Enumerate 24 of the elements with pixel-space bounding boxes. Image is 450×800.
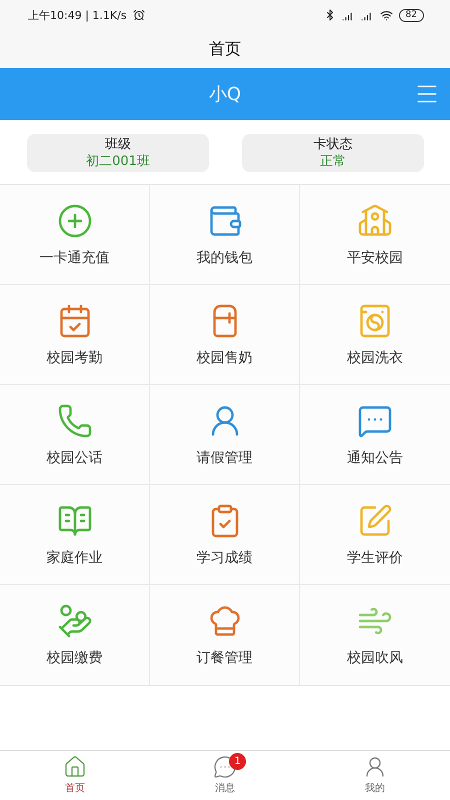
- feature-tile[interactable]: 家庭作业: [0, 485, 150, 585]
- alarm-icon: [132, 9, 145, 21]
- page-title: 首页: [209, 38, 241, 60]
- nav-tab[interactable]: 消息 1: [175, 751, 275, 798]
- feature-tile[interactable]: 我的钱包: [150, 185, 300, 285]
- feature-tile[interactable]: 校园售奶: [150, 285, 300, 385]
- feature-tile[interactable]: 学习成绩: [150, 485, 300, 585]
- feature-tile[interactable]: 校园考勤: [0, 285, 150, 385]
- chat-bubble-icon: [213, 754, 237, 778]
- info-value: 初二001班: [86, 152, 150, 170]
- info-value: 正常: [320, 152, 346, 170]
- nav-tab[interactable]: 我的: [325, 751, 425, 798]
- status-time: 上午10:49 | 1.1K/s: [28, 8, 127, 22]
- app-title: 小Q: [208, 83, 242, 106]
- info-label: 卡状态: [314, 136, 352, 152]
- unread-badge: 1: [229, 753, 246, 770]
- battery-indicator: 82: [398, 8, 424, 22]
- feature-tile[interactable]: 校园公话: [0, 385, 150, 485]
- nav-tab[interactable]: 首页: [25, 751, 125, 798]
- house-icon: [63, 754, 87, 778]
- wifi-icon: [380, 8, 393, 22]
- info-label: 班级: [105, 136, 131, 152]
- feature-tile[interactable]: 请假管理: [150, 385, 300, 485]
- feature-tile[interactable]: 一卡通充值: [0, 185, 150, 285]
